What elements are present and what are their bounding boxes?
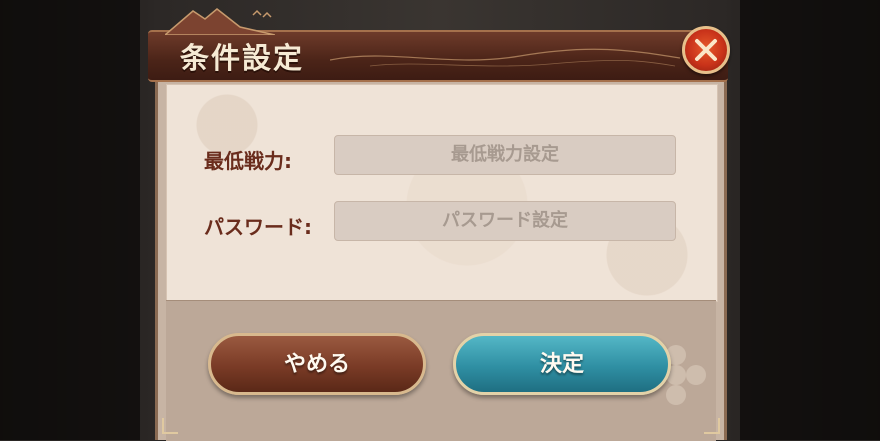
min-power-label: 最低戦力: [204,149,292,173]
confirm-button[interactable]: 決定 [453,333,671,395]
close-button[interactable] [682,26,730,74]
dialog-title: 条件設定 [180,41,305,75]
min-power-input[interactable]: 最低戦力設定 [334,135,676,175]
swirl-ornament-icon [330,48,680,67]
mountain-ornament-icon [165,8,275,35]
corner-ornament-right [704,418,720,434]
background-right-shade [740,0,880,440]
corner-ornament-left [162,418,178,434]
cancel-button[interactable]: やめる [208,333,426,395]
background-left-shade [0,0,140,440]
password-label: パスワード: [204,215,312,239]
dialog-form-panel [166,84,718,302]
close-x-icon [695,39,717,61]
password-input[interactable]: パスワード設定 [334,201,676,241]
